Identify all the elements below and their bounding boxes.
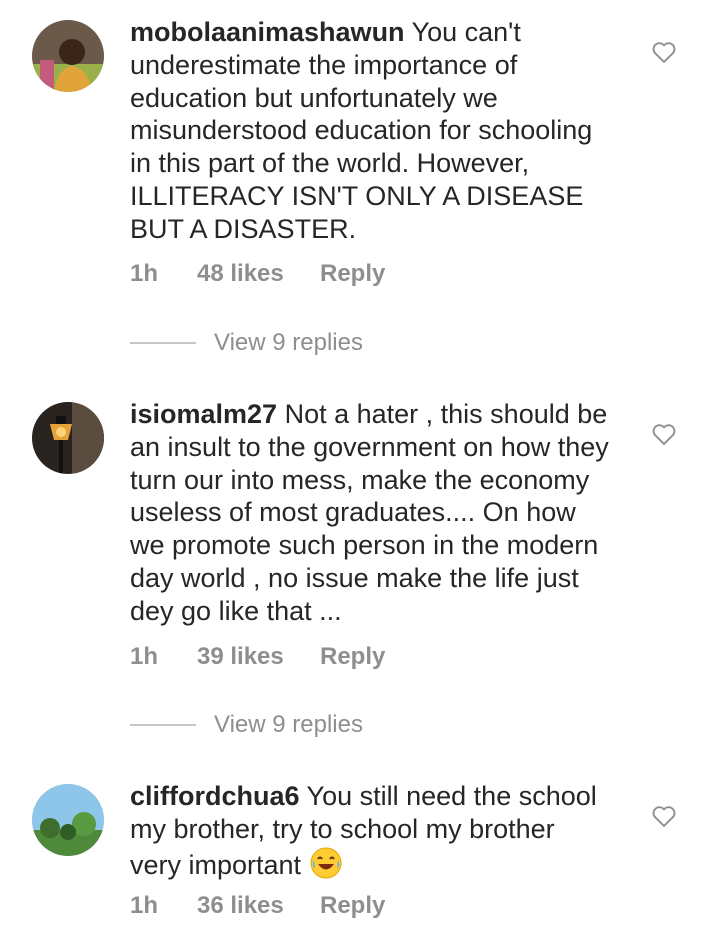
reply-button[interactable]: Reply	[320, 892, 385, 920]
view-replies-button[interactable]: View 9 replies	[130, 328, 363, 358]
comment-body: You can't underestimate the importance o…	[130, 17, 593, 244]
comment-text: mobolaanimashawun You can't underestimat…	[130, 16, 630, 246]
comment-time: 1h	[130, 260, 159, 287]
comment-meta: 1h 39 likes Reply	[130, 643, 385, 671]
replies-divider	[130, 342, 196, 344]
comment-body: Not a hater , this should be an insult t…	[130, 399, 609, 626]
comment-text: isiomalm27 Not a hater , this should be …	[130, 398, 630, 628]
comment-time: 1h	[130, 643, 159, 670]
reply-button[interactable]: Reply	[320, 260, 385, 288]
comment-meta: 1h 36 likes Reply	[130, 892, 385, 920]
heart-outline-icon[interactable]	[650, 802, 678, 830]
replies-divider	[130, 724, 196, 726]
avatar[interactable]	[32, 20, 104, 92]
tears-of-joy-emoji-icon	[309, 846, 343, 880]
view-replies-label: View 9 replies	[214, 711, 363, 738]
comment-username[interactable]: mobolaanimashawun	[130, 17, 405, 47]
comment-likes[interactable]: 39 likes	[197, 643, 320, 671]
heart-outline-icon[interactable]	[650, 38, 678, 66]
comment-meta: 1h 48 likes Reply	[130, 260, 385, 288]
avatar[interactable]	[32, 784, 104, 856]
comment-username[interactable]: isiomalm27	[130, 399, 277, 429]
view-replies-button[interactable]: View 9 replies	[130, 710, 363, 740]
comment-time: 1h	[130, 892, 159, 919]
heart-outline-icon[interactable]	[650, 420, 678, 448]
comment-text: cliffordchua6 You still need the school …	[130, 780, 630, 881]
view-replies-label: View 9 replies	[214, 329, 363, 356]
comment-likes[interactable]: 36 likes	[197, 892, 320, 920]
comment-likes[interactable]: 48 likes	[197, 260, 320, 288]
avatar[interactable]	[32, 402, 104, 474]
comment-username[interactable]: cliffordchua6	[130, 781, 300, 811]
reply-button[interactable]: Reply	[320, 643, 385, 671]
